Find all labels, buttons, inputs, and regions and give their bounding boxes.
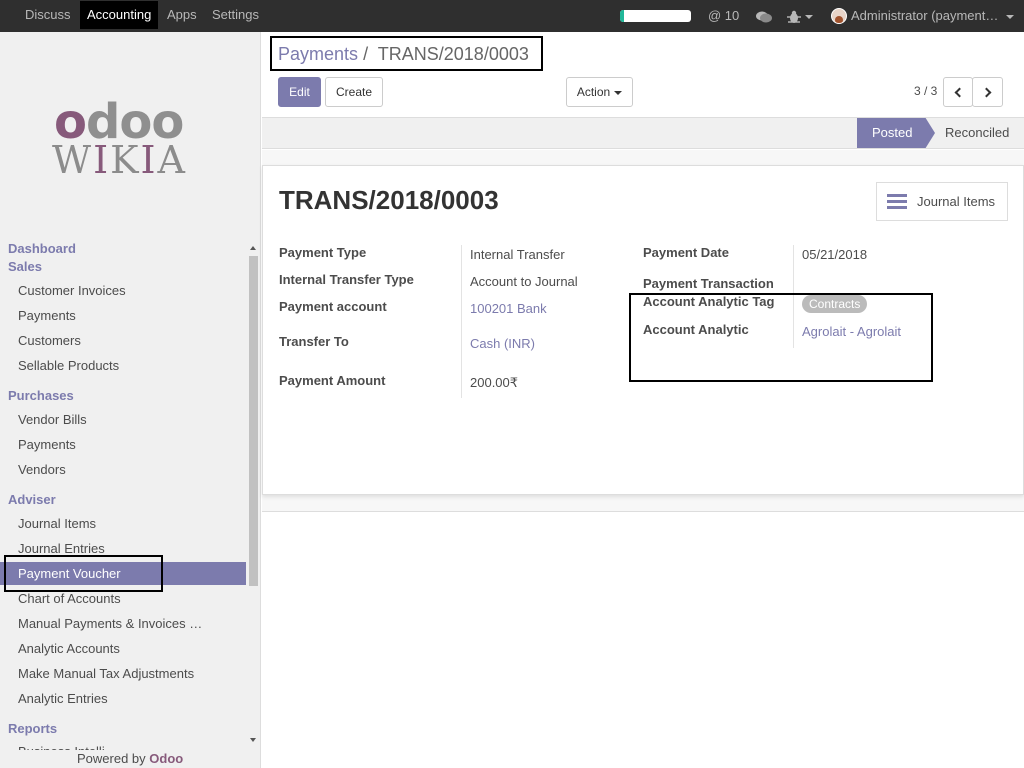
odoo-wikia-logo: odoo WIKIA bbox=[52, 94, 187, 182]
menu-accounting[interactable]: Accounting bbox=[80, 1, 159, 29]
internal-transfer-type-value: Account to Journal bbox=[470, 274, 578, 289]
pager-value[interactable]: 3 / 3 bbox=[914, 84, 937, 98]
payment-amount-value: 200.00₹ bbox=[470, 375, 519, 390]
payment-type-label: Payment Type bbox=[279, 245, 367, 260]
action-dropdown[interactable]: Action bbox=[566, 77, 633, 107]
payment-type-value: Internal Transfer bbox=[470, 247, 565, 262]
chevron-down-icon bbox=[1006, 14, 1015, 19]
scroll-up-icon[interactable] bbox=[250, 246, 256, 250]
top-navbar: Discuss Accounting Apps Settings @ 10 Ad… bbox=[0, 0, 1024, 32]
sidebar-item-customer-invoices[interactable]: Customer Invoices bbox=[0, 279, 246, 302]
menu-apps[interactable]: Apps bbox=[160, 0, 204, 30]
sidebar-item-vendor-payments[interactable]: Payments bbox=[0, 433, 246, 456]
create-button[interactable]: Create bbox=[325, 77, 383, 107]
record-title: TRANS/2018/0003 bbox=[279, 185, 499, 215]
sidebar-scrollbar[interactable] bbox=[247, 244, 260, 744]
chevron-down-icon bbox=[614, 90, 623, 95]
sidebar: odoo WIKIA Dashboard Sales Customer Invo… bbox=[0, 32, 261, 768]
sidebar-item-vendor-bills[interactable]: Vendor Bills bbox=[0, 408, 246, 431]
status-bar: Posted Reconciled bbox=[262, 117, 1024, 149]
sidebar-section-reports: Reports bbox=[8, 721, 58, 736]
highlight-box-analytic-fields bbox=[629, 293, 933, 382]
onboarding-progress-bar[interactable] bbox=[620, 10, 691, 22]
sidebar-item-tax-adjustments[interactable]: Make Manual Tax Adjustments bbox=[0, 662, 246, 685]
chat-icon[interactable] bbox=[755, 0, 773, 32]
internal-transfer-type-label: Internal Transfer Type bbox=[279, 272, 414, 287]
pager-next-button[interactable] bbox=[972, 77, 1003, 107]
user-menu[interactable]: Administrator (payment… bbox=[851, 0, 1015, 32]
powered-by: Powered by Odoo bbox=[77, 751, 184, 766]
scroll-down-icon[interactable] bbox=[250, 738, 256, 742]
user-avatar[interactable] bbox=[831, 8, 847, 24]
sidebar-item-sellable-products[interactable]: Sellable Products bbox=[0, 354, 246, 377]
progress-fill bbox=[620, 10, 625, 22]
sidebar-item-analytic-accounts[interactable]: Analytic Accounts bbox=[0, 637, 246, 660]
status-reconciled[interactable]: Reconciled bbox=[945, 118, 1009, 148]
odoo-link[interactable]: Odoo bbox=[149, 751, 183, 766]
sidebar-section-dashboard[interactable]: Dashboard bbox=[8, 241, 76, 256]
sidebar-section-sales: Sales bbox=[8, 259, 42, 274]
payment-account-link[interactable]: 100201 Bank bbox=[470, 301, 547, 316]
transfer-to-link[interactable]: Cash (INR) bbox=[470, 336, 535, 351]
payment-date-value: 05/21/2018 bbox=[802, 247, 868, 262]
field-separator bbox=[461, 245, 462, 398]
sidebar-item-journal-items[interactable]: Journal Items bbox=[0, 512, 246, 535]
edit-button[interactable]: Edit bbox=[278, 77, 321, 107]
payment-amount-label: Payment Amount bbox=[279, 373, 386, 388]
chevron-down-icon bbox=[805, 14, 813, 19]
menu-settings[interactable]: Settings bbox=[205, 0, 266, 30]
action-label: Action bbox=[576, 85, 611, 99]
user-name: Administrator (payment… bbox=[851, 8, 999, 23]
sidebar-item-analytic-entries[interactable]: Analytic Entries bbox=[0, 687, 246, 710]
sidebar-item-vendors[interactable]: Vendors bbox=[0, 458, 246, 481]
menu-discuss[interactable]: Discuss bbox=[18, 0, 78, 30]
payment-transaction-label: Payment Transaction bbox=[643, 276, 774, 291]
sidebar-item-customers[interactable]: Customers bbox=[0, 329, 246, 352]
scrollbar-thumb[interactable] bbox=[249, 256, 258, 586]
messages-counter[interactable]: @ 10 bbox=[708, 0, 739, 32]
sidebar-section-adviser: Adviser bbox=[8, 492, 56, 507]
chevron-left-icon bbox=[954, 87, 965, 98]
journal-items-label: Journal Items bbox=[917, 194, 996, 209]
pager-previous-button[interactable] bbox=[943, 77, 973, 107]
journal-items-button[interactable]: Journal Items bbox=[876, 182, 1008, 221]
debug-bug-icon[interactable] bbox=[787, 0, 813, 32]
status-posted[interactable]: Posted bbox=[857, 118, 935, 148]
sidebar-item-business-intelligence[interactable]: Business Intelli bbox=[0, 740, 246, 750]
transfer-to-label: Transfer To bbox=[279, 334, 349, 349]
payment-account-label: Payment account bbox=[279, 299, 387, 314]
chevron-right-icon bbox=[981, 87, 991, 98]
payment-date-label: Payment Date bbox=[643, 245, 729, 260]
list-icon bbox=[887, 194, 907, 210]
sidebar-section-purchases: Purchases bbox=[8, 388, 74, 403]
sidebar-item-manual-payments[interactable]: Manual Payments & Invoices … bbox=[0, 612, 246, 635]
highlight-box-payment-voucher bbox=[4, 555, 163, 592]
sidebar-item-payments[interactable]: Payments bbox=[0, 304, 246, 327]
highlight-box-breadcrumb bbox=[270, 36, 543, 71]
